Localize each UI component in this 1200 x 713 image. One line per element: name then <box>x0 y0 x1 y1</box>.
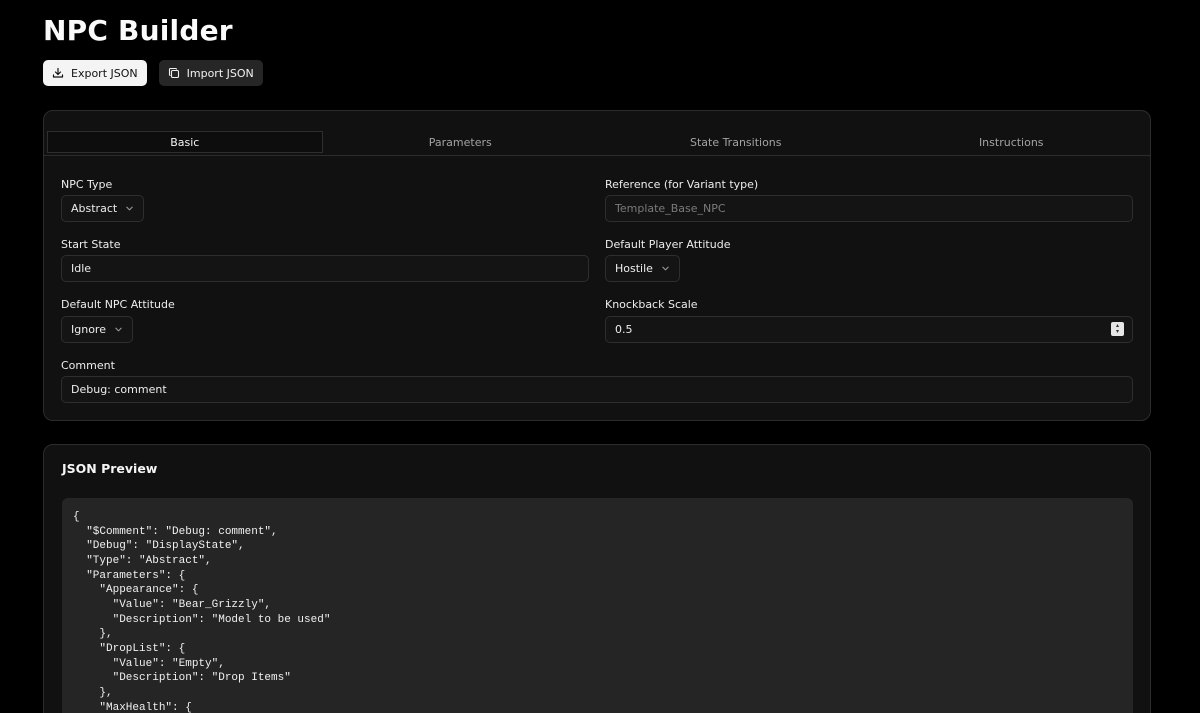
npc-attitude-select[interactable]: Ignore <box>61 316 133 343</box>
chevron-down-icon <box>115 327 122 332</box>
code-line: "Description": "Model to be used" <box>73 613 331 626</box>
tab-bar: Basic Parameters State Transitions Instr… <box>47 131 1149 153</box>
npc-type-select[interactable]: Abstract <box>61 195 145 222</box>
code-line: "DropList": { <box>73 642 186 655</box>
player-attitude-select[interactable]: Hostile <box>605 255 680 282</box>
npc-form-card: Basic Parameters State Transitions Instr… <box>43 110 1151 421</box>
tab-state-transitions[interactable]: State Transitions <box>598 131 874 153</box>
code-line: "$Comment": "Debug: comment", <box>73 525 278 538</box>
code-line: }, <box>73 686 113 699</box>
code-line: "Description": "Drop Items" <box>73 672 291 685</box>
code-line: "Value": "Empty", <box>73 657 225 670</box>
code-line: }, <box>73 628 113 641</box>
json-preview-card: JSON Preview { "$Comment": "Debug: comme… <box>43 444 1151 713</box>
number-spinner[interactable]: ▴ ▾ <box>1111 322 1124 336</box>
chevron-down-icon <box>126 206 133 211</box>
code-line: "Debug": "DisplayState", <box>73 540 245 553</box>
tab-instructions[interactable]: Instructions <box>874 131 1150 153</box>
chevron-down-icon <box>662 266 669 271</box>
export-json-button[interactable]: Export JSON <box>43 60 147 86</box>
code-line: "MaxHealth": { <box>73 701 192 713</box>
code-line: { <box>73 511 80 523</box>
comment-input[interactable] <box>61 376 1133 403</box>
knockback-label: Knockback Scale <box>605 298 698 311</box>
reference-label: Reference (for Variant type) <box>605 178 759 191</box>
tab-parameters[interactable]: Parameters <box>323 131 599 153</box>
import-json-label: Import JSON <box>186 66 254 80</box>
code-line: "Parameters": { <box>73 569 186 582</box>
code-line: "Value": "Bear_Grizzly", <box>73 598 272 611</box>
npc-builder-page: NPC Builder Export JSON Import JSON Basi… <box>0 0 1200 713</box>
download-icon <box>52 67 64 78</box>
npc-attitude-value: Ignore <box>71 323 106 336</box>
spinner-down-icon[interactable]: ▾ <box>1116 329 1119 335</box>
json-preview-title: JSON Preview <box>62 461 158 476</box>
npc-type-value: Abstract <box>71 202 118 215</box>
code-line: "Type": "Abstract", <box>73 554 212 567</box>
code-line: "Appearance": { <box>73 584 199 597</box>
toolbar: Export JSON Import JSON <box>43 60 263 86</box>
npc-type-label: NPC Type <box>61 178 113 191</box>
copy-icon <box>168 67 179 79</box>
export-json-label: Export JSON <box>71 66 138 80</box>
knockback-field: ▴ ▾ <box>605 316 1133 343</box>
tab-divider <box>44 155 1150 156</box>
comment-label: Comment <box>61 359 115 372</box>
reference-input[interactable] <box>605 195 1133 222</box>
json-code-text: { "$Comment": "Debug: comment", "Debug":… <box>73 510 1122 713</box>
start-state-label: Start State <box>61 238 121 251</box>
player-attitude-label: Default Player Attitude <box>605 238 731 251</box>
json-code-block[interactable]: { "$Comment": "Debug: comment", "Debug":… <box>62 498 1133 713</box>
import-json-button[interactable]: Import JSON <box>158 60 263 86</box>
knockback-input[interactable] <box>605 316 1133 343</box>
page-title: NPC Builder <box>43 14 233 47</box>
player-attitude-value: Hostile <box>615 262 653 275</box>
npc-attitude-label: Default NPC Attitude <box>61 298 175 311</box>
start-state-input[interactable] <box>61 255 589 282</box>
tab-basic[interactable]: Basic <box>47 131 323 153</box>
